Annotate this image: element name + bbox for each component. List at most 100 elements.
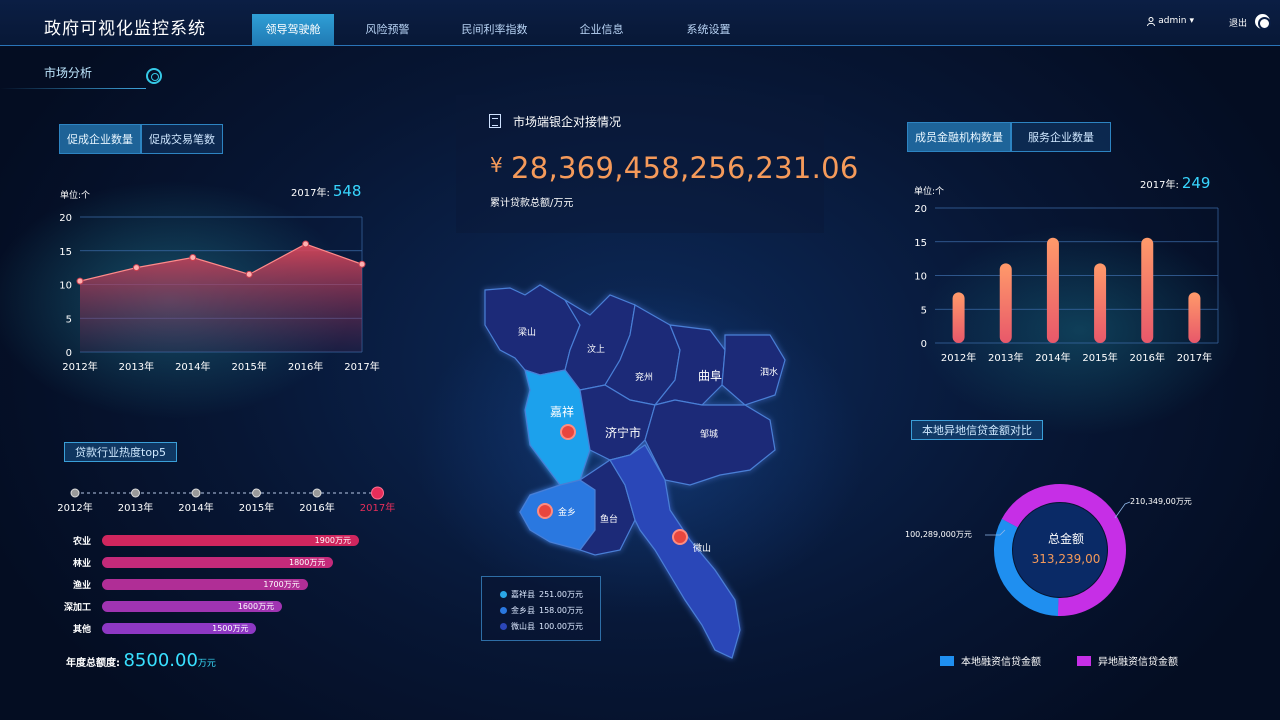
tab-served-enterprises[interactable]: 服务企业数量 — [1011, 122, 1111, 152]
x-tick-label: 2014年 — [175, 360, 210, 373]
industry-value: 1800万元 — [289, 558, 326, 567]
left-year-value: 548 — [332, 182, 362, 200]
total-loan-amount: 28,369,458,256,231.06 — [511, 151, 859, 185]
remote-amount-label: 210,349,00万元 — [1130, 496, 1192, 507]
x-tick-label: 2016年 — [288, 360, 323, 373]
y-tick-label: 20 — [914, 204, 927, 215]
nav-cockpit[interactable]: 领导驾驶舱 — [252, 14, 334, 46]
legend-value: 158.00万元 — [539, 606, 583, 615]
main-nav: 领导驾驶舱 风险预警 民间利率指数 企业信息 系统设置 — [252, 14, 762, 46]
total-unit: 万元 — [197, 659, 216, 669]
timeline-node[interactable] — [191, 488, 201, 498]
y-tick-label: 5 — [921, 305, 927, 316]
user-icon — [1147, 16, 1156, 26]
bar[interactable] — [999, 263, 1012, 343]
tab-transaction-count[interactable]: 促成交易笔数 — [141, 124, 223, 154]
map-label-jinxiang: 金乡 — [558, 506, 576, 518]
marker-weishan[interactable] — [672, 529, 688, 545]
map-label-sishui: 泗水 — [760, 366, 778, 378]
timeline-node[interactable] — [371, 486, 384, 500]
bar[interactable] — [1188, 292, 1201, 343]
data-point[interactable] — [189, 254, 197, 261]
left-chart-year-total: 2017年: 548 — [291, 182, 361, 200]
chevron-down-icon: ▾ — [1189, 16, 1194, 26]
total-value: 8500.00 — [123, 650, 198, 671]
tab-enterprise-count[interactable]: 促成企业数量 — [59, 124, 141, 154]
map-label-yanzhou: 兖州 — [635, 371, 653, 383]
x-tick-label: 2017年 — [1177, 351, 1212, 364]
total-label: 年度总额度: — [66, 658, 120, 669]
industry-bar[interactable]: 1600万元 — [102, 601, 283, 612]
local-amount-label: 100,289,000万元 — [905, 529, 972, 540]
legend-local-label: 本地融资信贷金额 — [961, 657, 1041, 668]
nav-enterprise-info[interactable]: 企业信息 — [548, 14, 655, 46]
x-tick-label: 2013年 — [988, 351, 1023, 364]
map-label-jining-city: 济宁市 — [605, 425, 641, 440]
industry-bar[interactable]: 1900万元 — [102, 535, 359, 546]
marker-jiaxiang[interactable] — [560, 424, 576, 440]
industry-bar[interactable]: 1800万元 — [102, 557, 334, 568]
logout-link[interactable]: 退出 — [1229, 16, 1247, 29]
y-tick-label: 0 — [921, 339, 927, 350]
industry-value: 1600万元 — [237, 602, 275, 611]
region-zoucheng[interactable] — [644, 399, 776, 486]
industry-label: 农业 — [72, 537, 91, 547]
timeline-node[interactable] — [70, 488, 80, 498]
data-point[interactable] — [358, 260, 366, 268]
legend-swatch-remote — [1077, 655, 1091, 666]
timeline-year: 2012年 — [57, 501, 92, 514]
bar[interactable] — [952, 292, 965, 343]
data-point[interactable] — [302, 240, 310, 248]
y-tick-label: 10 — [914, 272, 927, 283]
year-timeline: 2012年 2013年 2014年 2015年 2016年 2017年 — [57, 486, 395, 514]
left-year-label: 2017年: — [291, 188, 330, 199]
legend-name: 微山县 — [511, 622, 535, 631]
nav-system-settings[interactable]: 系统设置 — [655, 14, 762, 46]
y-tick-label: 15 — [914, 238, 927, 249]
timeline-node[interactable] — [312, 488, 322, 498]
donut-center-title: 总金额 — [1047, 532, 1084, 546]
document-icon — [489, 114, 501, 128]
settings-gear-icon[interactable] — [1255, 14, 1271, 30]
data-point[interactable] — [132, 264, 140, 272]
timeline-year: 2015年 — [239, 501, 274, 514]
section-underline — [0, 88, 146, 89]
timeline-year: 2017年 — [360, 501, 395, 514]
y-tick-label: 20 — [59, 213, 72, 224]
y-tick-label: 0 — [66, 348, 72, 359]
legend-swatch-local — [940, 655, 954, 666]
right-chart-tabs: 成员金融机构数量 服务企业数量 — [907, 122, 1111, 152]
marker-jinxiang[interactable] — [537, 503, 553, 519]
right-chart-unit: 单位:个 — [914, 187, 945, 197]
user-menu[interactable]: admin ▾ — [1147, 16, 1194, 26]
legend-item: 微山县 100.00万元 — [500, 621, 583, 632]
legend-remote-label: 异地融资信贷金额 — [1098, 657, 1178, 668]
bar[interactable] — [1046, 237, 1059, 343]
timeline-year: 2014年 — [178, 501, 213, 514]
y-tick-label: 10 — [59, 281, 72, 292]
industry-label: 林业 — [72, 559, 91, 569]
industry-label: 深加工 — [63, 603, 91, 613]
data-point[interactable] — [76, 277, 84, 285]
map-label-wenshang: 汶上 — [587, 343, 605, 355]
legend-dot — [500, 623, 507, 630]
timeline-node[interactable] — [252, 488, 261, 498]
x-tick-label: 2013年 — [119, 360, 154, 373]
industry-bar[interactable]: 1700万元 — [102, 579, 308, 590]
top5-title: 贷款行业热度top5 — [64, 442, 178, 462]
enterprise-count-area-chart: 0 5 10 15 20 2012年 2013年 2014年 2015年 2016年 2017年 — [59, 213, 379, 373]
bar[interactable] — [1141, 237, 1154, 343]
industry-bar[interactable]: 1500万元 — [102, 623, 257, 634]
ring-icon — [146, 68, 162, 84]
bar[interactable] — [1094, 263, 1107, 343]
data-point[interactable] — [245, 270, 253, 278]
left-chart-tabs: 促成企业数量 促成交易笔数 — [59, 124, 223, 154]
left-chart-unit: 单位:个 — [60, 191, 91, 201]
timeline-node[interactable] — [131, 488, 140, 498]
nav-risk-warning[interactable]: 风险预警 — [334, 14, 441, 46]
tab-member-institutions[interactable]: 成员金融机构数量 — [907, 122, 1011, 152]
donut-center-value: 313,239,00 — [1031, 552, 1101, 566]
nav-private-rate-index[interactable]: 民间利率指数 — [441, 14, 548, 46]
map-label-weishan: 微山 — [693, 542, 711, 554]
x-tick-label: 2015年 — [1082, 351, 1117, 364]
